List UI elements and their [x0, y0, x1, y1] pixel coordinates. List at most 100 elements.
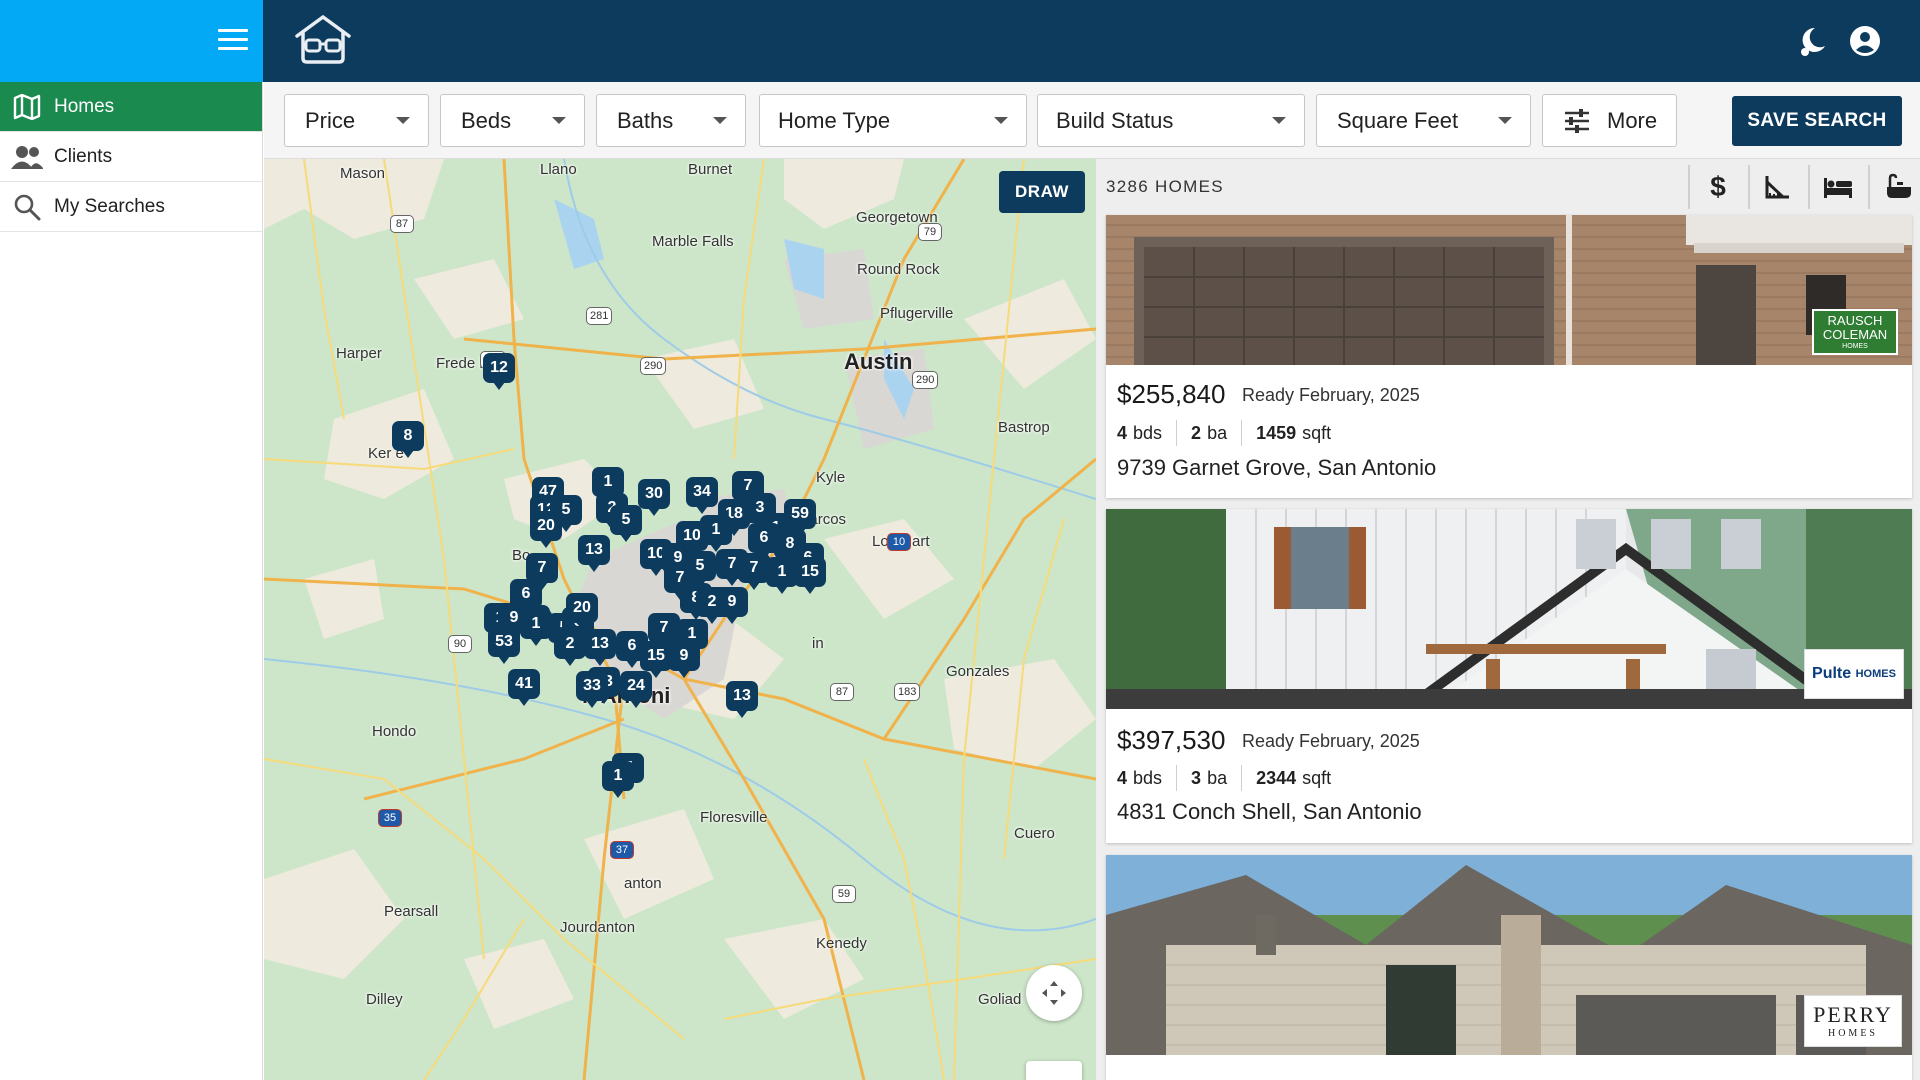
- listing-cluster-pin[interactable]: 1: [602, 761, 634, 798]
- sqft-value: 2344: [1256, 767, 1297, 788]
- search-icon: [10, 192, 44, 222]
- place-label: Jourdanton: [560, 919, 636, 936]
- draw-button[interactable]: DRAW: [999, 171, 1085, 213]
- place-label: Goliad: [978, 991, 1022, 1008]
- highway-shield: 183: [894, 683, 921, 701]
- beds-filter[interactable]: Beds: [440, 94, 585, 147]
- home-photo: PERRY HOMES: [1106, 855, 1912, 1055]
- night-mode-icon[interactable]: [1795, 24, 1829, 58]
- place-label: Floresville: [700, 809, 768, 826]
- listing-price: $397,530: [1117, 725, 1226, 755]
- more-filters-label: More: [1607, 107, 1658, 133]
- listing-cluster-pin[interactable]: 9: [716, 587, 748, 624]
- place-label: Gonzales: [946, 663, 1010, 680]
- listing-cluster-pin[interactable]: 41: [508, 669, 540, 706]
- listing-cluster-pin[interactable]: 9: [668, 641, 700, 678]
- listing-cluster-pin[interactable]: 59: [784, 499, 816, 536]
- save-search-button[interactable]: SAVE SEARCH: [1732, 96, 1902, 146]
- sidebar-nav: Homes Clients My Searches: [0, 82, 263, 1080]
- listings-header: 3286 HOMES $: [1096, 159, 1920, 214]
- menu-icon[interactable]: [218, 29, 248, 53]
- sqft-unit: sqft: [1302, 767, 1332, 788]
- sidebar-item-label: Homes: [54, 95, 115, 117]
- place-label: Harper: [336, 345, 382, 362]
- listing-price: $255,840: [1117, 379, 1226, 409]
- more-filters-button[interactable]: More: [1542, 94, 1677, 147]
- build-status-filter[interactable]: Build Status: [1037, 94, 1305, 147]
- sidebar-item-my-searches[interactable]: My Searches: [0, 182, 262, 232]
- home-photo: Pulte HOMES: [1106, 509, 1912, 709]
- place-label: Round Rock: [857, 261, 940, 278]
- chevron-down-icon: [994, 117, 1008, 124]
- chevron-down-icon: [1272, 117, 1286, 124]
- listing-cluster-pin[interactable]: 20: [566, 593, 598, 630]
- ready-date: Ready February, 2025: [1242, 385, 1420, 405]
- listing-cluster-pin[interactable]: 1: [700, 515, 732, 552]
- dollar-icon[interactable]: $: [1688, 165, 1746, 209]
- square-feet-filter-label: Square Feet: [1337, 107, 1459, 133]
- highway-shield: 87: [390, 215, 414, 233]
- house-glasses-logo-icon[interactable]: [293, 14, 353, 66]
- area-ruler-icon[interactable]: [1748, 165, 1806, 209]
- beds-value: 4: [1117, 422, 1128, 443]
- listing-cluster-pin[interactable]: 15: [794, 557, 826, 594]
- listing-cluster-pin[interactable]: 12: [483, 353, 515, 390]
- baths-value: 2: [1191, 422, 1202, 443]
- sidebar-item-homes[interactable]: Homes: [0, 82, 262, 132]
- listing-cluster-pin[interactable]: 13: [578, 535, 610, 572]
- bath-icon[interactable]: [1868, 165, 1920, 209]
- highway-shield: 290: [640, 357, 667, 375]
- beds-value: 4: [1117, 767, 1128, 788]
- price-filter[interactable]: Price: [284, 94, 429, 147]
- listing-cluster-pin[interactable]: 2: [554, 629, 586, 666]
- baths-unit: ba: [1207, 767, 1228, 788]
- listing-cluster-pin[interactable]: 24: [620, 671, 652, 708]
- builder-name: HOMES: [1842, 343, 1868, 350]
- baths-filter[interactable]: Baths: [596, 94, 746, 147]
- listing-card[interactable]: Pulte HOMES $397,530 Ready February, 202…: [1106, 509, 1912, 843]
- account-circle-icon[interactable]: [1848, 24, 1882, 58]
- listing-cluster-pin[interactable]: 33: [576, 671, 608, 708]
- listing-card[interactable]: PERRY HOMES: [1106, 855, 1912, 1080]
- listing-cluster-pin[interactable]: 13: [584, 629, 616, 666]
- highway-shield: 90: [448, 635, 472, 653]
- highway-shield: 35: [378, 809, 402, 827]
- home-type-filter[interactable]: Home Type: [759, 94, 1027, 147]
- fullscreen-icon[interactable]: [1026, 965, 1082, 1021]
- listing-cluster-pin[interactable]: 34: [686, 477, 718, 514]
- builder-logo: Pulte HOMES: [1804, 649, 1904, 699]
- place-label: Bastrop: [998, 419, 1050, 436]
- home-photo: RAUSCH COLEMAN HOMES: [1106, 215, 1912, 365]
- listings-panel: 3286 HOMES $ RAUSCH COLEMAN HOMES $255,8…: [1096, 159, 1920, 1080]
- place-label-austin: Austin: [844, 349, 913, 374]
- place-label: Burnet: [688, 161, 733, 178]
- listing-cluster-pin[interactable]: 8: [392, 421, 424, 458]
- highway-shield: 281: [586, 307, 613, 325]
- place-label: Pearsall: [384, 903, 439, 920]
- listing-specs: 4 bds 3 ba 2344 sqft: [1117, 765, 1331, 791]
- bed-icon[interactable]: [1808, 165, 1866, 209]
- builder-name: RAUSCH: [1827, 313, 1883, 328]
- builder-name: HOMES: [1855, 668, 1896, 680]
- listing-card[interactable]: RAUSCH COLEMAN HOMES $255,840 Ready Febr…: [1106, 215, 1912, 498]
- highway-shield: 37: [610, 841, 634, 859]
- builder-name: COLEMAN: [1822, 327, 1888, 342]
- baths-unit: ba: [1207, 422, 1228, 443]
- sidebar-item-clients[interactable]: Clients: [0, 132, 262, 182]
- square-feet-filter[interactable]: Square Feet: [1316, 94, 1531, 147]
- listing-cluster-pin[interactable]: 13: [726, 681, 758, 718]
- listing-cluster-pin[interactable]: 20: [530, 511, 562, 548]
- listing-cluster-pin[interactable]: 5: [610, 505, 642, 542]
- highway-shield: 87: [830, 683, 854, 701]
- price-filter-label: Price: [305, 107, 356, 133]
- map-view[interactable]: Mason Llano Burnet Georgetown Marble Fal…: [264, 159, 1096, 1080]
- beds-filter-label: Beds: [461, 107, 512, 133]
- zoom-control[interactable]: [1026, 1061, 1082, 1080]
- place-label: Cuero: [1014, 825, 1055, 842]
- place-label: Hondo: [372, 723, 417, 740]
- listing-specs: 4 bds 2 ba 1459 sqft: [1117, 420, 1331, 446]
- listing-cluster-pin[interactable]: 30: [638, 479, 670, 516]
- listing-address: 4831 Conch Shell, San Antonio: [1117, 799, 1422, 824]
- listing-cluster-pin[interactable]: 53: [488, 627, 520, 664]
- sidebar-item-label: My Searches: [54, 195, 165, 217]
